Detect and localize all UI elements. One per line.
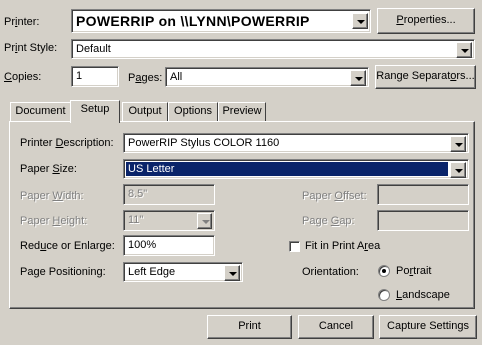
chevron-down-icon	[455, 169, 463, 173]
tab-document[interactable]: Document	[10, 102, 71, 122]
chevron-down-icon	[461, 49, 469, 53]
printer-description-value: PowerRIP Stylus COLOR 1160	[128, 137, 280, 149]
print-dialog: Printer: POWERRIP on \\LYNN\POWERRIP Pro…	[0, 0, 482, 345]
tab-output[interactable]: Output	[122, 102, 168, 122]
copies-label: Copies:	[4, 71, 42, 83]
chevron-down-icon	[455, 143, 463, 147]
copies-input[interactable]: 1	[71, 66, 119, 87]
printer-description-select[interactable]: PowerRIP Stylus COLOR 1160	[123, 133, 469, 153]
paper-width-value: 8.5"	[128, 188, 148, 200]
page-positioning-value: Left Edge	[128, 266, 176, 278]
tab-setup[interactable]: Setup	[70, 100, 120, 123]
printer-label: Printer:	[4, 16, 40, 28]
paper-height-label: Paper Height:	[20, 215, 88, 227]
copies-value: 1	[76, 70, 83, 82]
portrait-radio[interactable]	[378, 265, 390, 277]
page-positioning-label: Page Positioning:	[20, 266, 106, 278]
page-gap-input[interactable]	[377, 210, 469, 231]
print-style-value: Default	[76, 43, 111, 55]
paper-width-label: Paper Width:	[20, 190, 84, 202]
reduce-enlarge-input[interactable]: 100%	[123, 235, 215, 256]
printer-description-dropdown-button[interactable]	[450, 136, 466, 152]
landscape-radio[interactable]	[378, 289, 390, 301]
fit-in-print-area-label: Fit in Print Area	[305, 240, 381, 252]
pages-select[interactable]: All	[165, 67, 369, 87]
paper-size-dropdown-button[interactable]	[450, 162, 466, 178]
paper-offset-label: Paper Offset:	[302, 190, 367, 202]
paper-size-select[interactable]: US Letter	[123, 159, 469, 179]
paper-height-dropdown-button[interactable]	[197, 213, 212, 229]
landscape-label: Landscape	[396, 289, 450, 301]
reduce-enlarge-label: Reduce or Enlarge:	[20, 240, 115, 252]
chevron-down-icon	[357, 20, 365, 24]
paper-offset-input[interactable]	[377, 184, 469, 205]
properties-button[interactable]: Properties...	[377, 8, 475, 34]
print-style-select[interactable]: Default	[71, 39, 475, 59]
pages-dropdown-button[interactable]	[350, 70, 366, 86]
page-gap-label: Page Gap:	[302, 215, 355, 227]
chevron-down-icon	[202, 220, 210, 224]
cancel-button[interactable]: Cancel	[298, 315, 374, 339]
chevron-down-icon	[229, 272, 237, 276]
reduce-enlarge-value: 100%	[128, 239, 157, 251]
print-style-dropdown-button[interactable]	[456, 42, 472, 58]
chevron-down-icon	[355, 77, 363, 81]
pages-value: All	[170, 71, 183, 83]
printer-description-label: Printer Description:	[20, 137, 114, 149]
printer-dropdown-button[interactable]	[352, 13, 368, 29]
paper-height-input[interactable]: 11"	[123, 210, 215, 231]
printer-select[interactable]: POWERRIP on \\LYNN\POWERRIP	[71, 9, 371, 33]
paper-height-value: 11"	[128, 214, 144, 226]
portrait-label: Portrait	[396, 265, 432, 277]
radio-selected-dot	[382, 269, 386, 273]
paper-width-input[interactable]: 8.5"	[123, 184, 215, 205]
print-button[interactable]: Print	[207, 315, 292, 339]
paper-size-label: Paper Size:	[20, 163, 77, 175]
capture-settings-button[interactable]: Capture Settings	[379, 315, 477, 339]
range-separators-button[interactable]: Range Separators...	[375, 65, 476, 89]
printer-value: POWERRIP on \\LYNN\POWERRIP	[76, 13, 310, 29]
fit-in-print-area-checkbox[interactable]	[289, 241, 300, 252]
tab-preview[interactable]: Preview	[218, 102, 266, 122]
page-positioning-dropdown-button[interactable]	[224, 265, 240, 281]
tab-options[interactable]: Options	[168, 102, 218, 122]
paper-size-value: US Letter	[128, 163, 175, 175]
pages-label: Pages:	[128, 72, 163, 84]
page-positioning-select[interactable]: Left Edge	[123, 262, 243, 282]
print-style-label: Print Style:	[4, 42, 58, 54]
orientation-label: Orientation:	[302, 266, 359, 278]
